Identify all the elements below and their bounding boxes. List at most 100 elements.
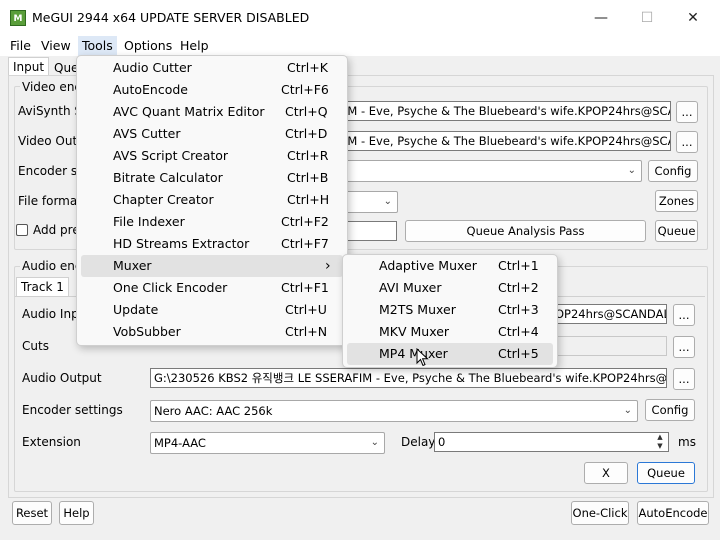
video-output-input[interactable]: IM - Eve, Psyche & The Bluebeard's wife.…	[340, 131, 671, 151]
app-icon: M	[10, 10, 26, 26]
menu-item-label: MP4 Muxer	[379, 346, 448, 361]
menu-item-shortcut: Ctrl+U	[285, 302, 327, 317]
audio-input-field[interactable]: OP24hrs@SCANDAL -	[551, 304, 667, 324]
minimize-button[interactable]: —	[578, 0, 624, 36]
help-button[interactable]: Help	[59, 501, 94, 525]
menu-item-audio-cutter[interactable]: Audio Cutter Ctrl+K	[77, 57, 347, 79]
audio-encoder-value: Nero AAC: AAC 256k	[154, 404, 273, 418]
menu-item-muxer[interactable]: Muxer ›	[81, 255, 343, 277]
menu-item-avs-cutter[interactable]: AVS Cutter Ctrl+D	[77, 123, 347, 145]
menu-item-shortcut: Ctrl+B	[287, 170, 329, 185]
menu-item-shortcut: Ctrl+3	[498, 302, 539, 317]
reset-button[interactable]: Reset	[12, 501, 52, 525]
file-format-label: File format	[18, 194, 82, 208]
menu-item-shortcut: Ctrl+2	[498, 280, 539, 295]
menu-item-update[interactable]: Update Ctrl+U	[77, 299, 347, 321]
video-output-browse-button[interactable]: ...	[676, 131, 698, 153]
menu-item-hd-streams-extractor[interactable]: HD Streams Extractor Ctrl+F7	[77, 233, 347, 255]
menu-view[interactable]: View	[37, 36, 75, 56]
add-prerender-checkbox[interactable]	[16, 224, 28, 236]
autoencode-button[interactable]: AutoEncode	[637, 501, 709, 525]
menu-item-shortcut: Ctrl+1	[498, 258, 539, 273]
menu-item-avs-script-creator[interactable]: AVS Script Creator Ctrl+R	[77, 145, 347, 167]
chevron-down-icon: ⌄	[623, 405, 632, 416]
audio-clear-button[interactable]: X	[584, 462, 628, 484]
extension-label: Extension	[22, 435, 81, 449]
delay-label: Delay	[401, 435, 436, 449]
menu-item-label: MKV Muxer	[379, 324, 450, 339]
audio-output-browse-button[interactable]: ...	[673, 368, 695, 390]
menu-item-avc-quant-matrix-editor[interactable]: AVC Quant Matrix Editor Ctrl+Q	[77, 101, 347, 123]
menu-item-shortcut: Ctrl+H	[287, 192, 330, 207]
menu-item-mkv-muxer[interactable]: MKV Muxer Ctrl+4	[343, 321, 557, 343]
zones-button[interactable]: Zones	[655, 190, 698, 212]
audio-queue-button[interactable]: Queue	[637, 462, 695, 484]
menu-help[interactable]: Help	[176, 36, 213, 56]
menu-item-label: Update	[113, 302, 159, 317]
menu-item-label: AVC Quant Matrix Editor	[113, 104, 265, 119]
spin-up-icon[interactable]: ▲	[653, 433, 667, 442]
chevron-down-icon: ⌄	[370, 437, 379, 448]
prerender-field[interactable]	[340, 221, 397, 241]
menu-item-shortcut: Ctrl+N	[285, 324, 328, 339]
avisynth-browse-button[interactable]: ...	[676, 101, 698, 123]
ms-label: ms	[678, 435, 696, 449]
menu-item-label: File Indexer	[113, 214, 185, 229]
tab-input[interactable]: Input	[8, 57, 50, 76]
menu-item-adaptive-muxer[interactable]: Adaptive Muxer Ctrl+1	[343, 255, 557, 277]
menu-item-label: Chapter Creator	[113, 192, 214, 207]
audio-config-button[interactable]: Config	[645, 399, 695, 421]
menu-item-file-indexer[interactable]: File Indexer Ctrl+F2	[77, 211, 347, 233]
menu-item-m2ts-muxer[interactable]: M2TS Muxer Ctrl+3	[343, 299, 557, 321]
maximize-button[interactable]: ☐	[624, 0, 670, 36]
tab-track-1[interactable]: Track 1	[16, 277, 69, 296]
menu-item-chapter-creator[interactable]: Chapter Creator Ctrl+H	[77, 189, 347, 211]
file-format-select[interactable]: ⌄	[340, 191, 398, 213]
menu-item-autoencode[interactable]: AutoEncode Ctrl+F6	[77, 79, 347, 101]
menu-item-avi-muxer[interactable]: AVI Muxer Ctrl+2	[343, 277, 557, 299]
menu-tools[interactable]: Tools	[78, 36, 117, 56]
video-config-button[interactable]: Config	[648, 160, 698, 182]
menu-item-label: VobSubber	[113, 324, 181, 339]
cuts-browse-button[interactable]: ...	[673, 336, 695, 358]
chevron-down-icon: ⌄	[627, 165, 636, 176]
chevron-down-icon: ⌄	[383, 196, 392, 207]
menu-item-label: M2TS Muxer	[379, 302, 456, 317]
menu-item-vobsubber[interactable]: VobSubber Ctrl+N	[77, 321, 347, 343]
menu-item-shortcut: Ctrl+F6	[281, 82, 329, 97]
menu-item-label: Muxer	[113, 258, 152, 273]
audio-input-browse-button[interactable]: ...	[673, 304, 695, 326]
video-queue-button[interactable]: Queue	[655, 220, 698, 242]
menu-item-label: AVI Muxer	[379, 280, 442, 295]
menu-file[interactable]: File	[6, 36, 35, 56]
menu-item-bitrate-calculator[interactable]: Bitrate Calculator Ctrl+B	[77, 167, 347, 189]
menu-item-shortcut: Ctrl+4	[498, 324, 539, 339]
menu-item-label: HD Streams Extractor	[113, 236, 250, 251]
menu-item-shortcut: Ctrl+F7	[281, 236, 329, 251]
one-click-button[interactable]: One-Click	[571, 501, 629, 525]
spin-down-icon[interactable]: ▼	[653, 442, 667, 451]
queue-analysis-button[interactable]: Queue Analysis Pass	[405, 220, 646, 242]
menu-options[interactable]: Options	[120, 36, 176, 56]
menu-item-label: AutoEncode	[113, 82, 188, 97]
audio-encoder-select[interactable]: Nero AAC: AAC 256k ⌄	[150, 400, 638, 422]
menu-item-shortcut: Ctrl+D	[285, 126, 328, 141]
close-button[interactable]: ✕	[670, 0, 716, 36]
menu-item-label: One Click Encoder	[113, 280, 228, 295]
menu-item-shortcut: Ctrl+F2	[281, 214, 329, 229]
menu-item-shortcut: Ctrl+R	[287, 148, 329, 163]
extension-select[interactable]: MP4-AAC ⌄	[150, 432, 385, 454]
muxer-submenu: Adaptive Muxer Ctrl+1 AVI Muxer Ctrl+2 M2T…	[342, 254, 558, 368]
delay-spinner[interactable]: ▲ ▼	[653, 433, 667, 451]
video-encoder-select[interactable]: ⌄	[340, 160, 642, 182]
audio-output-field[interactable]: G:\230526 KBS2 유직뱅크 LE SSERAFIM - Eve, P…	[150, 368, 667, 388]
menu-item-one-click-encoder[interactable]: One Click Encoder Ctrl+F1	[77, 277, 347, 299]
tools-menu: Audio Cutter Ctrl+K AutoEncode Ctrl+F6 AVC…	[76, 55, 348, 346]
delay-input[interactable]: 0	[434, 432, 669, 452]
cuts-field[interactable]	[551, 336, 667, 356]
audio-output-label: Audio Output	[22, 371, 102, 385]
menu-item-label: AVS Cutter	[113, 126, 181, 141]
menu-item-mp4-muxer[interactable]: MP4 Muxer Ctrl+5	[347, 343, 553, 365]
extension-value: MP4-AAC	[154, 436, 206, 450]
avisynth-input[interactable]: IM - Eve, Psyche & The Bluebeard's wife.…	[340, 101, 671, 121]
